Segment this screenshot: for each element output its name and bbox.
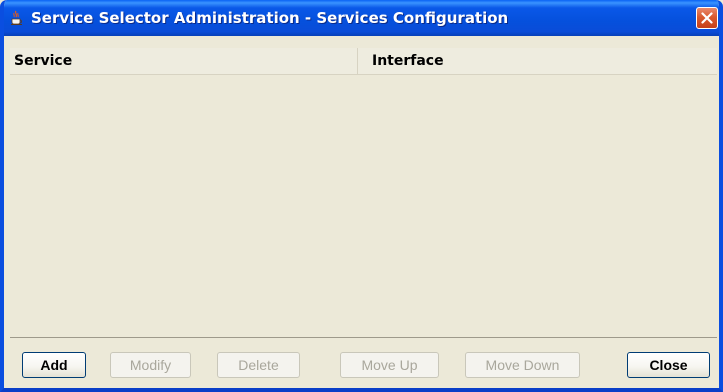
column-header-interface[interactable]: Interface <box>358 48 717 74</box>
close-button[interactable]: Close <box>627 352 710 378</box>
app-window: Service Selector Administration - Servic… <box>0 0 723 392</box>
move-down-button[interactable]: Move Down <box>465 352 580 378</box>
delete-button[interactable]: Delete <box>217 352 300 378</box>
modify-button[interactable]: Modify <box>110 352 191 378</box>
title-bar[interactable]: Service Selector Administration - Servic… <box>4 0 719 36</box>
services-table[interactable]: Service Interface <box>10 48 717 333</box>
add-button[interactable]: Add <box>22 352 86 378</box>
move-up-button[interactable]: Move Up <box>340 352 439 378</box>
table-header: Service Interface <box>10 48 717 75</box>
table-body[interactable] <box>10 75 717 333</box>
column-header-service[interactable]: Service <box>10 48 358 74</box>
close-icon <box>701 12 713 24</box>
window-content: Service Interface Add Modify Delete Move… <box>4 36 719 388</box>
window-title: Service Selector Administration - Servic… <box>31 9 509 27</box>
window-close-button[interactable] <box>696 7 718 29</box>
divider <box>10 337 717 338</box>
java-cup-icon <box>9 10 25 26</box>
